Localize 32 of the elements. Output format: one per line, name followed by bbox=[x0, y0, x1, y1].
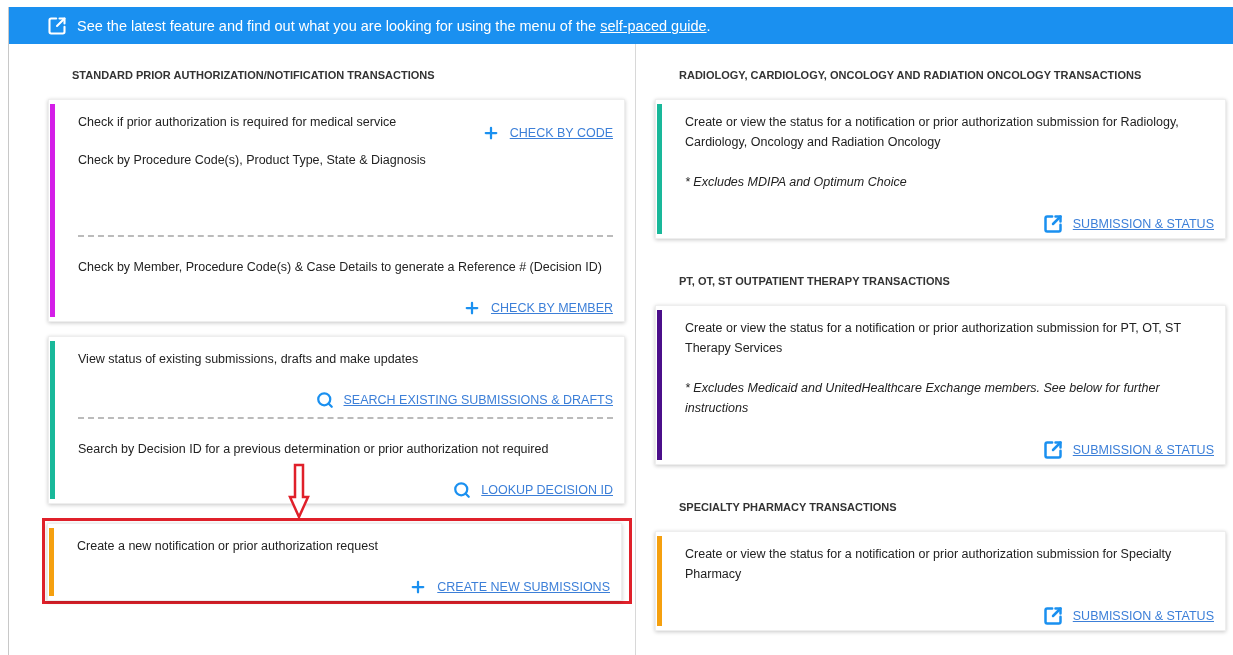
description-text: Create or view the status for a notification or prior authorization submission for Specialty Pharmacy bbox=[685, 546, 1173, 583]
external-link-icon bbox=[1042, 606, 1063, 626]
action-link[interactable]: SUBMISSION & STATUS bbox=[1042, 440, 1214, 460]
action-link[interactable]: SUBMISSION & STATUS bbox=[1042, 214, 1214, 234]
description-text: Search by Decision ID for a previous determination or prior authorization not required bbox=[78, 441, 550, 458]
action-link[interactable]: SUBMISSION & STATUS bbox=[1042, 606, 1214, 626]
description-text: Check by Procedure Code(s), Product Type, State & Diagnosis bbox=[78, 152, 426, 169]
note-text: * Excludes MDIPA and Optimum Choice bbox=[685, 174, 908, 191]
banner-message: See the latest feature and find out what you are looking for using the menu of the self-paced guide. bbox=[77, 17, 711, 34]
description-text: Create or view the status for a notification or prior authorization submission for PT, OT, ST Therapy Services bbox=[685, 320, 1182, 357]
external-link-icon bbox=[1042, 214, 1063, 234]
section-heading: STANDARD PRIOR AUTHORIZATION/NOTIFICATION TRANSACTIONS bbox=[71, 68, 436, 83]
description-text: Check if prior authorization is required for medical service bbox=[78, 114, 398, 131]
description-text: Check by Member, Procedure Code(s) & Case Details to generate a Reference # (Decision ID) bbox=[78, 259, 603, 276]
description-text: View status of existing submissions, drafts and make updates bbox=[78, 351, 420, 368]
section-heading: RADIOLOGY, CARDIOLOGY, ONCOLOGY AND RADIATION ONCOLOGY TRANSACTIONS bbox=[678, 68, 1143, 83]
external-link-icon bbox=[47, 15, 67, 36]
plus-icon bbox=[463, 299, 481, 317]
external-link-icon bbox=[1042, 440, 1063, 460]
guide-link[interactable]: self-paced guide bbox=[600, 17, 707, 34]
action-link[interactable]: LOOKUP DECISION ID bbox=[453, 481, 613, 499]
note-text: * Excludes Medicaid and UnitedHealthcare Exchange members. See below for further instructions bbox=[685, 380, 1161, 417]
description-text: Create or view the status for a notification or prior authorization submission for Radiology, Cardiology, Oncology and Radiation Oncology bbox=[685, 114, 1180, 151]
action-link[interactable]: CHECK BY CODE bbox=[481, 124, 613, 142]
action-link[interactable]: CREATE NEW SUBMISSIONS bbox=[409, 578, 610, 596]
search-icon bbox=[453, 481, 472, 499]
action-link[interactable]: CHECK BY MEMBER bbox=[463, 299, 613, 317]
description-text: Create a new notification or prior authorization request bbox=[77, 538, 379, 555]
action-link[interactable]: SEARCH EXISTING SUBMISSIONS & DRAFTS bbox=[315, 391, 613, 409]
search-icon bbox=[315, 391, 334, 409]
section-heading: SPECIALTY PHARMACY TRANSACTIONS bbox=[678, 500, 898, 515]
section-heading: PT, OT, ST OUTPATIENT THERAPY TRANSACTIONS bbox=[678, 274, 951, 289]
